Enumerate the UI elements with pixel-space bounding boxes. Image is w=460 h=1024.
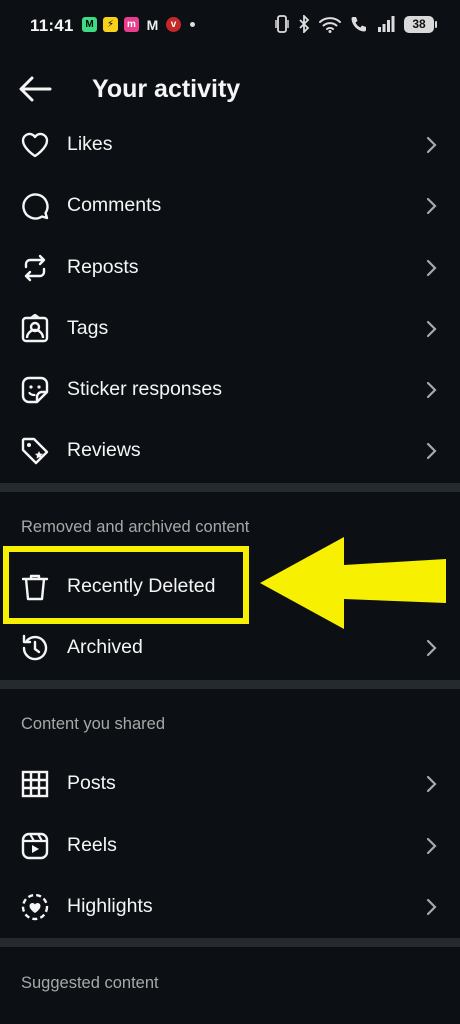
menu-item-tags[interactable]: Tags	[0, 298, 460, 359]
back-arrow-icon[interactable]	[18, 74, 54, 104]
menu-item-label: Reels	[67, 834, 117, 856]
page-title: Your activity	[92, 75, 241, 103]
section-title-suggested: Suggested content	[21, 974, 159, 992]
bluetooth-icon	[299, 15, 310, 33]
menu-item-label: Comments	[67, 194, 162, 216]
chevron-right-icon	[426, 259, 437, 277]
yellow-arrow-icon	[260, 537, 446, 629]
menu-item-label: Archived	[67, 636, 143, 658]
chevron-right-icon	[426, 381, 437, 399]
sticker-icon	[21, 376, 49, 404]
tag-person-icon	[21, 314, 49, 343]
section-divider	[0, 680, 460, 689]
section-title-shared: Content you shared	[21, 715, 166, 733]
menu-item-label: Highlights	[67, 895, 153, 917]
app-notification-icon: m	[124, 17, 139, 32]
menu-item-sticker-responses[interactable]: Sticker responses	[0, 359, 460, 420]
system-icons: 38	[275, 15, 437, 33]
grid-icon	[21, 770, 49, 798]
app-notification-icon: ⚡	[103, 17, 118, 32]
comment-icon	[22, 193, 49, 220]
signal-icon	[378, 16, 395, 32]
review-tag-icon	[21, 437, 49, 465]
battery-indicator: 38	[404, 15, 437, 33]
chevron-right-icon	[426, 197, 437, 215]
menu-item-highlights[interactable]: Highlights	[0, 876, 460, 937]
mail-icon: M	[146, 16, 159, 33]
archive-history-icon	[22, 634, 48, 661]
menu-item-label: Reposts	[67, 256, 139, 278]
menu-item-reels[interactable]: Reels	[0, 815, 460, 876]
menu-item-reviews[interactable]: Reviews	[0, 420, 460, 481]
more-notifications-dot	[190, 22, 195, 27]
section-divider	[0, 938, 460, 947]
menu-item-posts[interactable]: Posts	[0, 753, 460, 814]
call-icon	[351, 17, 366, 32]
vibrate-icon	[275, 15, 289, 33]
chevron-right-icon	[426, 639, 437, 657]
chevron-right-icon	[426, 837, 437, 855]
app-header: Your activity	[0, 60, 460, 118]
menu-item-label: Posts	[67, 772, 116, 794]
menu-item-label: Tags	[67, 317, 109, 339]
repost-icon	[24, 254, 46, 282]
chevron-right-icon	[426, 136, 437, 154]
chevron-right-icon	[426, 320, 437, 338]
app-notification-icon: v	[166, 17, 181, 32]
status-bar: 11:41 M ⚡ m M v 38	[0, 0, 460, 52]
menu-item-likes[interactable]: Likes	[0, 114, 460, 175]
menu-item-label: Sticker responses	[67, 378, 222, 400]
reels-icon	[21, 832, 49, 860]
highlight-box	[3, 546, 249, 624]
heart-icon	[21, 132, 49, 158]
chevron-right-icon	[426, 898, 437, 916]
menu-item-label: Likes	[67, 133, 113, 155]
app-notification-icon: M	[82, 17, 97, 32]
menu-item-reposts[interactable]: Reposts	[0, 237, 460, 298]
chevron-right-icon	[426, 775, 437, 793]
section-divider	[0, 483, 460, 492]
notification-icons: M ⚡ m M v	[82, 16, 195, 33]
chevron-right-icon	[426, 442, 437, 460]
menu-item-comments[interactable]: Comments	[0, 175, 460, 236]
highlights-icon	[21, 893, 49, 921]
section-title-removed: Removed and archived content	[21, 518, 250, 536]
status-time: 11:41	[30, 16, 74, 35]
menu-item-label: Reviews	[67, 439, 141, 461]
wifi-icon	[319, 16, 341, 33]
